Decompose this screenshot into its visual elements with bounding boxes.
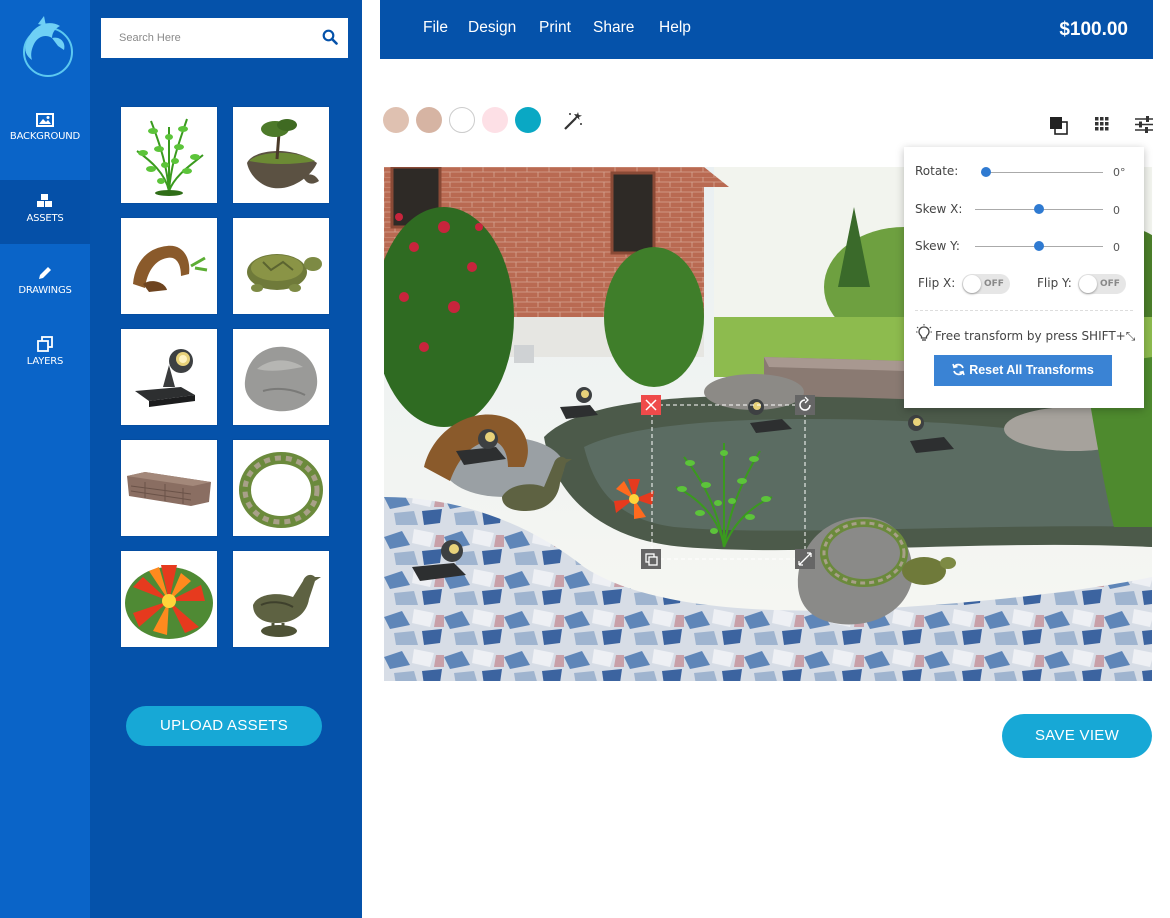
skew-y-label: Skew Y: bbox=[915, 239, 960, 253]
flip-x-toggle[interactable]: OFF bbox=[962, 274, 1010, 294]
rotate-handle-icon[interactable] bbox=[795, 395, 815, 415]
asset-aquatic-plant[interactable] bbox=[121, 107, 217, 203]
color-swatch-3[interactable] bbox=[449, 107, 475, 133]
asset-rock[interactable] bbox=[233, 329, 329, 425]
dolphin-logo-icon bbox=[23, 16, 73, 77]
toggle-knob bbox=[1079, 275, 1097, 293]
asset-floating-island[interactable] bbox=[233, 107, 329, 203]
refresh-icon bbox=[952, 363, 965, 376]
menu-help[interactable]: Help bbox=[659, 19, 691, 37]
reset-transforms-label: Reset All Transforms bbox=[969, 363, 1094, 377]
flip-x-label: Flip X: bbox=[918, 276, 956, 290]
asset-duck-statue[interactable] bbox=[233, 551, 329, 647]
skew-x-value: 0 bbox=[1113, 204, 1120, 217]
search-box bbox=[101, 18, 348, 58]
top-menu-bar: File Design Print Share Help $100.00 bbox=[380, 0, 1153, 59]
divider bbox=[915, 310, 1133, 311]
asset-pond-light[interactable] bbox=[121, 329, 217, 425]
search-icon[interactable] bbox=[322, 29, 338, 45]
image-icon bbox=[36, 113, 54, 127]
color-swatch-5[interactable] bbox=[515, 107, 541, 133]
arrange-icon[interactable] bbox=[1049, 116, 1068, 135]
sidebar-item-label: BACKGROUND bbox=[9, 131, 81, 142]
sidebar-item-label: LAYERS bbox=[26, 356, 64, 367]
menu-print[interactable]: Print bbox=[539, 19, 571, 37]
menu-file[interactable]: File bbox=[423, 19, 448, 37]
toggle-state: OFF bbox=[1100, 279, 1120, 289]
pencil-icon bbox=[39, 267, 51, 279]
skew-y-value: 0 bbox=[1113, 241, 1120, 254]
layers-icon bbox=[37, 336, 53, 352]
sidebar-item-label: ASSETS bbox=[26, 213, 64, 224]
color-swatch-1[interactable] bbox=[383, 107, 409, 133]
asset-driftwood-arch[interactable] bbox=[121, 218, 217, 314]
rotate-value: 0° bbox=[1113, 166, 1126, 179]
duplicate-handle-icon[interactable] bbox=[641, 549, 661, 569]
toggle-knob bbox=[963, 275, 981, 293]
free-transform-hint: Free transform by press SHIFT+⤡ bbox=[935, 329, 1136, 343]
magic-wand-icon[interactable] bbox=[562, 110, 584, 132]
skew-x-label: Skew X: bbox=[915, 202, 963, 216]
assets-panel: UPLOAD ASSETS bbox=[90, 0, 362, 918]
asset-turtle[interactable] bbox=[233, 218, 329, 314]
rotate-label: Rotate: bbox=[915, 164, 959, 178]
delete-handle-icon[interactable] bbox=[641, 395, 661, 415]
asset-pebble-ring[interactable] bbox=[233, 440, 329, 536]
asset-water-lily[interactable] bbox=[121, 551, 217, 647]
sidebar-item-label: DRAWINGS bbox=[18, 285, 72, 296]
toggle-state: OFF bbox=[984, 279, 1004, 289]
sliders-icon[interactable] bbox=[1135, 116, 1153, 133]
color-swatch-4[interactable] bbox=[482, 107, 508, 133]
price-total: $100.00 bbox=[1059, 19, 1128, 40]
cubes-icon bbox=[37, 194, 52, 207]
sidebar-item-background[interactable]: BACKGROUND bbox=[0, 113, 90, 175]
sidebar-item-drawings[interactable]: DRAWINGS bbox=[0, 265, 90, 327]
reset-transforms-button[interactable]: Reset All Transforms bbox=[934, 355, 1112, 386]
save-view-button[interactable]: SAVE VIEW bbox=[1002, 714, 1152, 758]
color-swatch-2[interactable] bbox=[416, 107, 442, 133]
sidebar-item-layers[interactable]: LAYERS bbox=[0, 336, 90, 398]
flip-y-label: Flip Y: bbox=[1037, 276, 1072, 290]
skew-x-slider-thumb[interactable] bbox=[1034, 204, 1044, 214]
sidebar-item-assets[interactable]: ASSETS bbox=[0, 180, 90, 244]
rotate-slider[interactable] bbox=[981, 172, 1103, 173]
grid-icon[interactable] bbox=[1095, 117, 1109, 131]
search-input[interactable] bbox=[101, 18, 329, 58]
upload-assets-button[interactable]: UPLOAD ASSETS bbox=[126, 706, 322, 746]
skew-y-slider-thumb[interactable] bbox=[1034, 241, 1044, 251]
menu-share[interactable]: Share bbox=[593, 19, 634, 37]
icon-sidebar: BACKGROUND ASSETS DRAWINGS LAYERS bbox=[0, 0, 90, 918]
lightbulb-icon bbox=[916, 324, 932, 341]
transform-panel: Rotate: 0° Skew X: 0 Skew Y: 0 Flip X: O… bbox=[904, 147, 1144, 408]
flip-y-toggle[interactable]: OFF bbox=[1078, 274, 1126, 294]
menu-design[interactable]: Design bbox=[468, 19, 516, 37]
rotate-slider-thumb[interactable] bbox=[981, 167, 991, 177]
asset-stone-wall[interactable] bbox=[121, 440, 217, 536]
resize-handle-icon[interactable] bbox=[795, 549, 815, 569]
